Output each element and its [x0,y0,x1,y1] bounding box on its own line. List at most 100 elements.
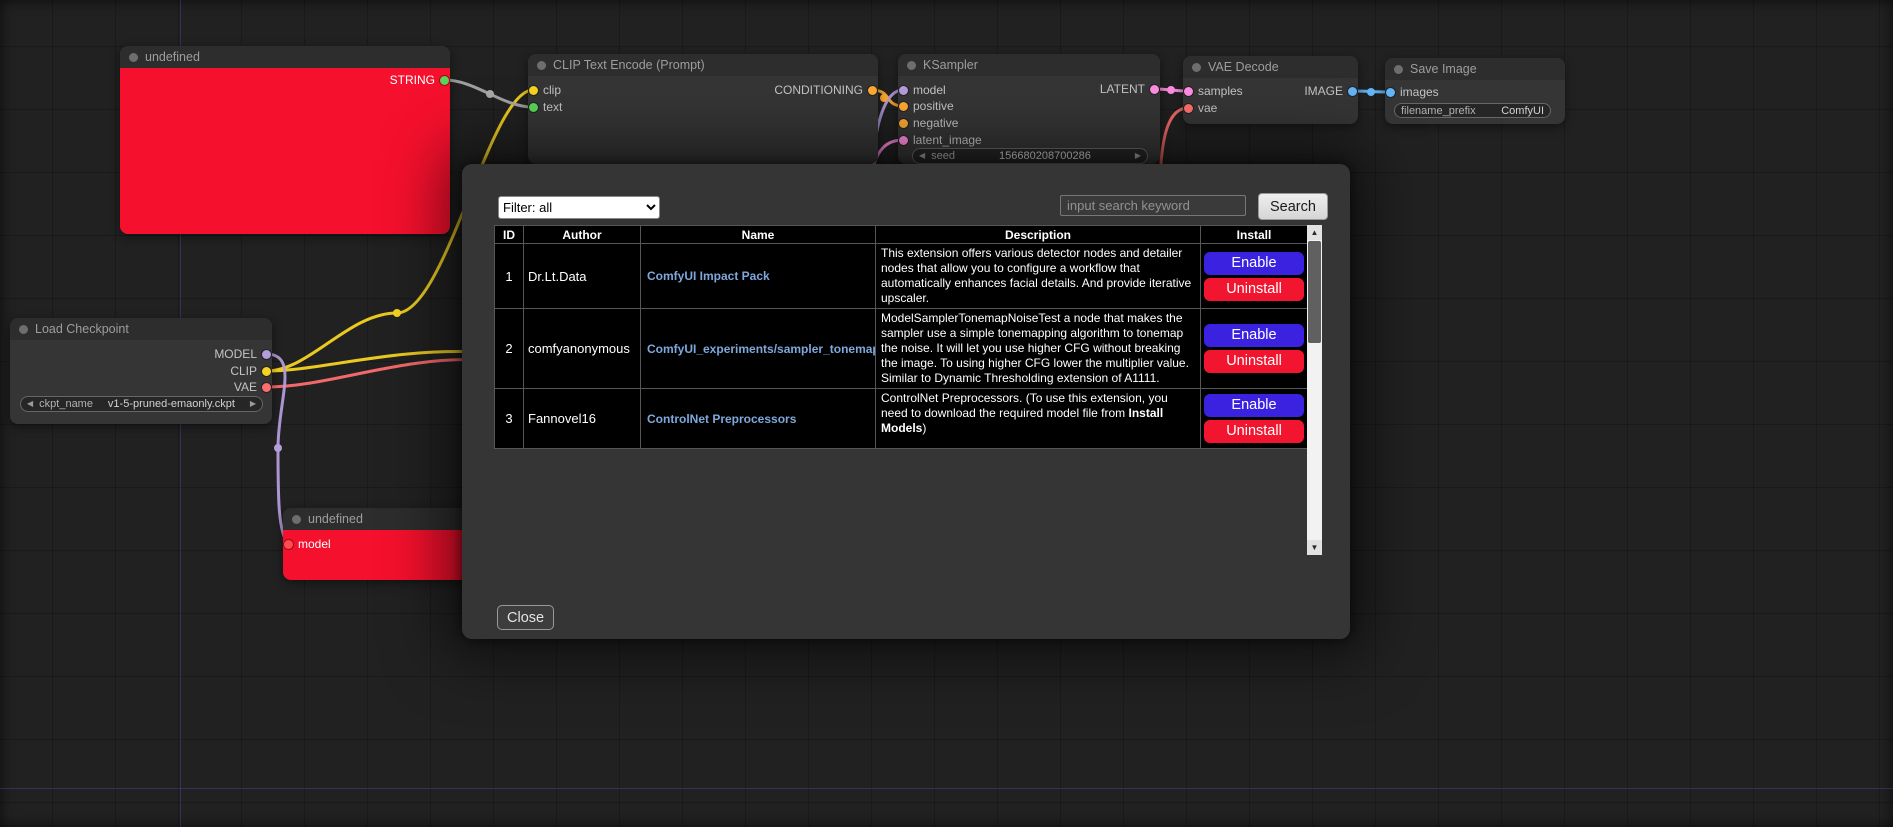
port-label: CLIP [230,364,257,378]
port-label: LATENT [1100,82,1145,96]
image-port-dot[interactable] [1348,87,1357,96]
input-negative[interactable]: negative [899,115,958,131]
scrollbar-thumb[interactable] [1308,241,1321,343]
node-save-image[interactable]: Save Image images filename_prefix ComfyU… [1385,58,1565,124]
prefix-widget-label: filename_prefix [1401,105,1476,117]
collapse-dot-icon[interactable] [907,61,916,70]
output-model[interactable]: MODEL [214,346,271,362]
node-load-checkpoint[interactable]: Load Checkpoint MODEL CLIP VAE ◀ ckpt_na… [10,318,272,424]
node-clip-text-encode[interactable]: CLIP Text Encode (Prompt) clip text COND… [528,54,878,164]
node-title: undefined [145,50,200,64]
enable-button[interactable]: Enable [1204,324,1304,347]
uninstall-button[interactable]: Uninstall [1204,350,1304,373]
input-clip[interactable]: clip [529,82,561,98]
collapse-dot-icon[interactable] [537,61,546,70]
widget-left-arrow-icon[interactable]: ◀ [27,400,33,408]
ckpt-widget-value[interactable]: v1-5-pruned-emaonly.ckpt [99,398,244,410]
header-author: Author [524,226,641,244]
clip-port-dot[interactable] [262,367,271,376]
filename-prefix-widget[interactable]: filename_prefix ComfyUI [1394,103,1551,118]
extension-link[interactable]: ControlNet Preprocessors [647,412,796,426]
uninstall-button[interactable]: Uninstall [1204,420,1304,443]
input-images[interactable]: images [1386,84,1439,100]
table-scrollbar[interactable]: ▲ ▼ [1307,225,1322,555]
vae-port-dot[interactable] [262,383,271,392]
scroll-down-arrow-icon[interactable]: ▼ [1307,540,1322,555]
collapse-dot-icon[interactable] [19,325,28,334]
enable-button[interactable]: Enable [1204,394,1304,417]
conditioning-port-dot[interactable] [899,119,908,128]
clip-port-dot[interactable] [529,86,538,95]
node-vae-decode[interactable]: VAE Decode samples vae IMAGE [1183,56,1358,124]
link-dot-conditioning [880,94,888,102]
node-ksampler[interactable]: KSampler model positive negative latent_… [898,54,1160,164]
node-title-bar[interactable]: VAE Decode [1183,56,1358,78]
cell-description: This extension offers various detector n… [876,244,1201,309]
model-port-dot[interactable] [262,350,271,359]
output-conditioning[interactable]: CONDITIONING [774,82,877,98]
extension-link[interactable]: ComfyUI Impact Pack [647,269,770,283]
node-undefined-top[interactable]: undefined STRING [120,46,450,234]
model-port-dot[interactable] [899,86,908,95]
input-positive[interactable]: positive [899,98,954,114]
collapse-dot-icon[interactable] [1192,63,1201,72]
close-button[interactable]: Close [497,605,554,630]
string-port-dot[interactable] [440,76,449,85]
uninstall-button[interactable]: Uninstall [1204,278,1304,301]
port-label: CONDITIONING [774,83,863,97]
search-button[interactable]: Search [1258,193,1328,220]
manager-extension-dialog: Filter: all Search ID Author Name Descri… [462,164,1350,639]
vae-port-dot[interactable] [1184,104,1193,113]
output-image[interactable]: IMAGE [1304,83,1357,99]
collapse-dot-icon[interactable] [1394,65,1403,74]
node-title-bar[interactable]: Save Image [1385,58,1565,80]
comfyui-graph-canvas[interactable]: undefined STRING CLIP Text Encode (Promp… [0,0,1893,827]
output-vae[interactable]: VAE [234,379,271,395]
input-latent-image[interactable]: latent_image [899,132,982,148]
conditioning-port-dot[interactable] [899,102,908,111]
widget-right-arrow-icon[interactable]: ▶ [1135,152,1141,160]
input-vae[interactable]: vae [1184,100,1217,116]
ckpt-name-widget[interactable]: ◀ ckpt_name v1-5-pruned-emaonly.ckpt ▶ [20,396,263,412]
model-port-dot[interactable] [284,540,293,549]
conditioning-port-dot[interactable] [868,86,877,95]
collapse-dot-icon[interactable] [292,515,301,524]
output-string[interactable]: STRING [390,72,449,88]
prefix-widget-value[interactable]: ComfyUI [1482,105,1544,117]
seed-widget-value[interactable]: 156680208700286 [961,150,1129,162]
widget-left-arrow-icon[interactable]: ◀ [919,152,925,160]
collapse-dot-icon[interactable] [129,53,138,62]
port-label: positive [913,99,954,113]
node-title-bar[interactable]: Load Checkpoint [10,318,272,340]
filter-select[interactable]: Filter: all [498,196,660,219]
extension-table: ID Author Name Description Install 1 Dr.… [494,225,1308,449]
widget-right-arrow-icon[interactable]: ▶ [250,400,256,408]
input-samples[interactable]: samples [1184,83,1243,99]
enable-button[interactable]: Enable [1204,252,1304,275]
node-title-bar[interactable]: KSampler [898,54,1160,76]
scroll-up-arrow-icon[interactable]: ▲ [1307,225,1322,240]
node-title: VAE Decode [1208,60,1279,74]
seed-widget[interactable]: ◀ seed 156680208700286 ▶ [912,148,1148,164]
string-port-dot[interactable] [529,103,538,112]
table-row: 3 Fannovel16 ControlNet Preprocessors Co… [495,389,1308,449]
latent-port-dot[interactable] [1150,85,1159,94]
output-latent[interactable]: LATENT [1100,81,1159,97]
extension-link[interactable]: ComfyUI_experiments/sampler_tonemap [647,342,876,356]
latent-port-dot[interactable] [1184,87,1193,96]
port-label: latent_image [913,133,982,147]
latent-port-dot[interactable] [899,136,908,145]
output-clip[interactable]: CLIP [230,363,271,379]
search-input[interactable] [1060,195,1246,216]
node-title-bar[interactable]: undefined [120,46,450,68]
input-model[interactable]: model [899,82,946,98]
input-model[interactable]: model [284,536,331,552]
image-port-dot[interactable] [1386,88,1395,97]
node-title: CLIP Text Encode (Prompt) [553,58,705,72]
input-text[interactable]: text [529,99,562,115]
cell-id: 1 [495,244,524,309]
node-title: Save Image [1410,62,1477,76]
node-title-bar[interactable]: CLIP Text Encode (Prompt) [528,54,878,76]
cell-id: 3 [495,389,524,449]
link-dot-string [486,90,494,98]
